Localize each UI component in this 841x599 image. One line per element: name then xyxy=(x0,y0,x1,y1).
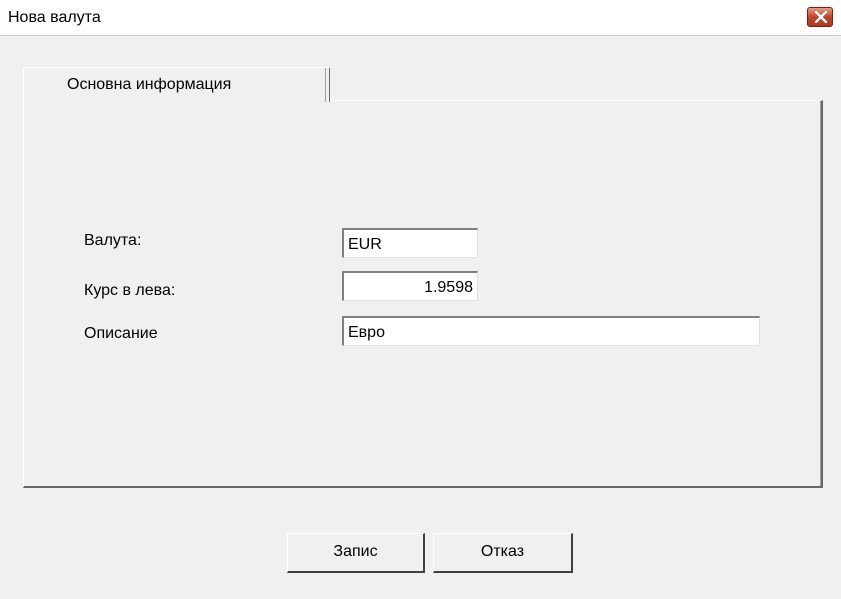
rate-label: Курс в лева: xyxy=(84,282,176,299)
description-input[interactable] xyxy=(342,316,760,346)
save-button[interactable]: Запис xyxy=(287,533,425,573)
title-bar[interactable]: Нова валута xyxy=(0,0,841,36)
currency-input[interactable] xyxy=(342,228,478,258)
tab-basic-info[interactable]: Основна информация xyxy=(23,67,330,103)
cancel-button[interactable]: Отказ xyxy=(433,533,573,573)
close-icon xyxy=(814,11,828,23)
tab-label: Основна информация xyxy=(67,76,232,93)
currency-label: Валута: xyxy=(84,232,142,249)
close-button[interactable] xyxy=(807,7,833,27)
rate-input[interactable] xyxy=(342,271,478,301)
window-title: Нова валута xyxy=(8,9,101,26)
dialog-body: Основна информация Валута: Курс в лева: … xyxy=(0,36,841,599)
dialog-window: Нова валута Основна информация Валута: К… xyxy=(0,0,841,599)
description-label: Описание xyxy=(84,325,158,342)
